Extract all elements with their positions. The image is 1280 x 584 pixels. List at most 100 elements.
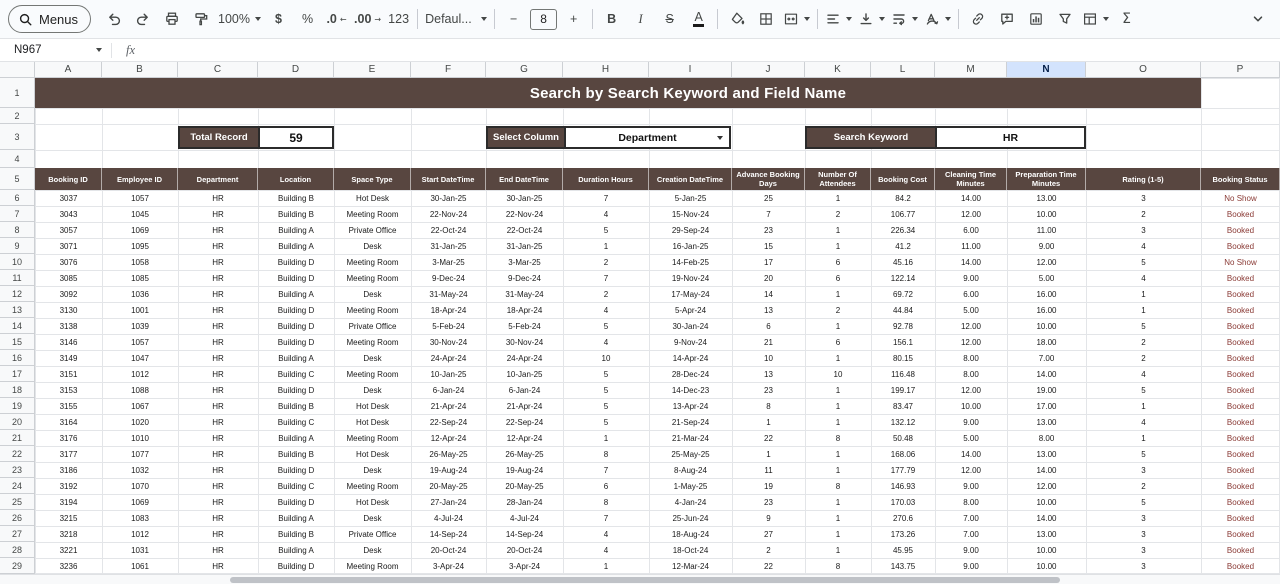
cell-N28[interactable]: 10.00 (1007, 542, 1086, 558)
row-header-24[interactable]: 24 (0, 478, 35, 494)
cell-O18[interactable]: 5 (1086, 382, 1201, 398)
cell-B28[interactable]: 1031 (102, 542, 178, 558)
cell-H21[interactable]: 1 (563, 430, 649, 446)
cell-E18[interactable]: Desk (334, 382, 411, 398)
menus-button[interactable]: Menus (8, 5, 92, 33)
cell-I7[interactable]: 15-Nov-24 (649, 206, 732, 222)
cell-I28[interactable]: 18-Oct-24 (649, 542, 732, 558)
cell-A8[interactable]: 3057 (35, 222, 102, 238)
cell-F23[interactable]: 19-Aug-24 (411, 462, 486, 478)
column-header-L[interactable]: L (871, 62, 935, 78)
table-header-cell[interactable]: Start DateTime (411, 168, 486, 190)
row-header-9[interactable]: 9 (0, 238, 35, 254)
cell-L19[interactable]: 83.47 (871, 398, 935, 414)
cell-F13[interactable]: 18-Apr-24 (411, 302, 486, 318)
cell-A18[interactable]: 3153 (35, 382, 102, 398)
cell-F16[interactable]: 24-Apr-24 (411, 350, 486, 366)
cell-F20[interactable]: 22-Sep-24 (411, 414, 486, 430)
cell-G7[interactable]: 22-Nov-24 (486, 206, 563, 222)
cell-G16[interactable]: 24-Apr-24 (486, 350, 563, 366)
table-header-cell[interactable]: Booking Status (1201, 168, 1280, 190)
cell-P10[interactable]: No Show (1201, 254, 1280, 270)
cell-O27[interactable]: 3 (1086, 526, 1201, 542)
cell-P12[interactable]: Booked (1201, 286, 1280, 302)
cell-G6[interactable]: 30-Jan-25 (486, 190, 563, 206)
create-filter-button[interactable] (1050, 7, 1079, 31)
cell-L24[interactable]: 146.93 (871, 478, 935, 494)
cell-O19[interactable]: 1 (1086, 398, 1201, 414)
cell-M6[interactable]: 14.00 (935, 190, 1007, 206)
cell-B24[interactable]: 1070 (102, 478, 178, 494)
cell-F22[interactable]: 26-May-25 (411, 446, 486, 462)
cell-H25[interactable]: 8 (563, 494, 649, 510)
cell-H13[interactable]: 4 (563, 302, 649, 318)
cell-O29[interactable]: 3 (1086, 558, 1201, 574)
sheet-title-banner[interactable]: Search by Search Keyword and Field Name (35, 78, 1201, 108)
strikethrough-button[interactable]: S (655, 7, 684, 31)
cell-O21[interactable]: 1 (1086, 430, 1201, 446)
cell-G18[interactable]: 6-Jan-24 (486, 382, 563, 398)
cell-G9[interactable]: 31-Jan-25 (486, 238, 563, 254)
cell-J16[interactable]: 10 (732, 350, 805, 366)
row-header-29[interactable]: 29 (0, 558, 35, 574)
cell-D17[interactable]: Building C (258, 366, 334, 382)
cell-P9[interactable]: Booked (1201, 238, 1280, 254)
cell-A26[interactable]: 3215 (35, 510, 102, 526)
cell-I12[interactable]: 17-May-24 (649, 286, 732, 302)
cell-D19[interactable]: Building B (258, 398, 334, 414)
cell-O6[interactable]: 3 (1086, 190, 1201, 206)
cell-F11[interactable]: 9-Dec-24 (411, 270, 486, 286)
cell-C9[interactable]: HR (178, 238, 258, 254)
cell-K18[interactable]: 1 (805, 382, 871, 398)
cell-B23[interactable]: 1032 (102, 462, 178, 478)
cell-M27[interactable]: 7.00 (935, 526, 1007, 542)
cell-N29[interactable]: 10.00 (1007, 558, 1086, 574)
cell-E8[interactable]: Private Office (334, 222, 411, 238)
column-header-P[interactable]: P (1201, 62, 1280, 78)
cell-B18[interactable]: 1088 (102, 382, 178, 398)
cell-J27[interactable]: 27 (732, 526, 805, 542)
cell-I23[interactable]: 8-Aug-24 (649, 462, 732, 478)
cell-I9[interactable]: 16-Jan-25 (649, 238, 732, 254)
column-header-A[interactable]: A (35, 62, 102, 78)
row-header-26[interactable]: 26 (0, 510, 35, 526)
cell-P8[interactable]: Booked (1201, 222, 1280, 238)
cell-F21[interactable]: 12-Apr-24 (411, 430, 486, 446)
cell-B29[interactable]: 1061 (102, 558, 178, 574)
cell-D13[interactable]: Building D (258, 302, 334, 318)
cell-M22[interactable]: 14.00 (935, 446, 1007, 462)
cell-B25[interactable]: 1069 (102, 494, 178, 510)
cell-B7[interactable]: 1045 (102, 206, 178, 222)
cell-J29[interactable]: 22 (732, 558, 805, 574)
cell-K23[interactable]: 1 (805, 462, 871, 478)
cell-M19[interactable]: 10.00 (935, 398, 1007, 414)
cell-D6[interactable]: Building B (258, 190, 334, 206)
cell-N7[interactable]: 10.00 (1007, 206, 1086, 222)
cell-L20[interactable]: 132.12 (871, 414, 935, 430)
cell-G23[interactable]: 19-Aug-24 (486, 462, 563, 478)
cell-M10[interactable]: 14.00 (935, 254, 1007, 270)
cell-C12[interactable]: HR (178, 286, 258, 302)
cell-A19[interactable]: 3155 (35, 398, 102, 414)
cell-L28[interactable]: 45.95 (871, 542, 935, 558)
cell-I21[interactable]: 21-Mar-24 (649, 430, 732, 446)
cell-I22[interactable]: 25-May-25 (649, 446, 732, 462)
row-header-11[interactable]: 11 (0, 270, 35, 286)
cell-M12[interactable]: 6.00 (935, 286, 1007, 302)
cell-A16[interactable]: 3149 (35, 350, 102, 366)
decrease-decimal-button[interactable]: .0 ← (322, 7, 351, 31)
cell-A12[interactable]: 3092 (35, 286, 102, 302)
row-header-16[interactable]: 16 (0, 350, 35, 366)
cell-P25[interactable]: Booked (1201, 494, 1280, 510)
cell-B6[interactable]: 1057 (102, 190, 178, 206)
cell-D25[interactable]: Building D (258, 494, 334, 510)
cell-N24[interactable]: 12.00 (1007, 478, 1086, 494)
cell-J14[interactable]: 6 (732, 318, 805, 334)
zoom-select[interactable]: 100% (215, 7, 264, 31)
cell-F25[interactable]: 27-Jan-24 (411, 494, 486, 510)
cell-N19[interactable]: 17.00 (1007, 398, 1086, 414)
row-header-27[interactable]: 27 (0, 526, 35, 542)
row-header-25[interactable]: 25 (0, 494, 35, 510)
cell-L18[interactable]: 199.17 (871, 382, 935, 398)
cell-P23[interactable]: Booked (1201, 462, 1280, 478)
